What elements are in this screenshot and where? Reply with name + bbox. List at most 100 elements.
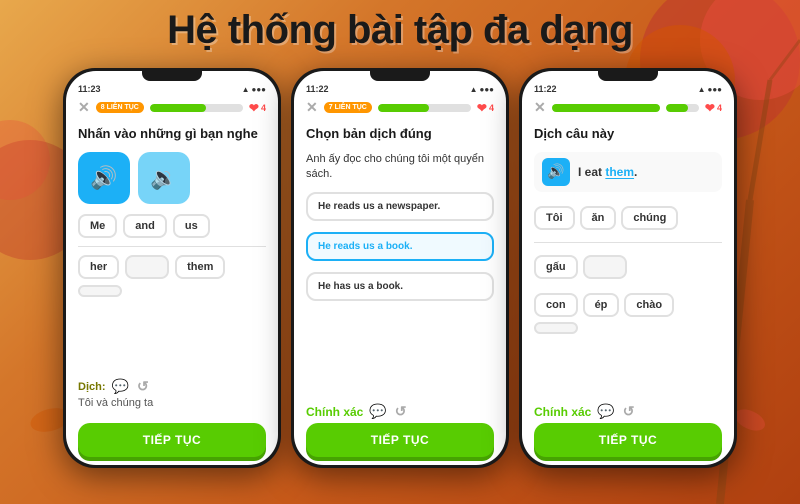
phone-2: 11:22 ▲●●● ✕ 7 LIÊN TỤC ❤ 4 Chọn bản dịc… — [291, 68, 509, 468]
phone-3-bottom: Chính xác 💬 ↺ TIẾP TỤC — [522, 397, 734, 465]
phone-3-progress-area: ✕ ❤ 4 — [522, 95, 734, 120]
phone-2-status-icons: ▲●●● — [470, 85, 494, 94]
phone-2-option-1[interactable]: He reads us a newspaper. — [306, 192, 494, 221]
phone-1-time: 11:23 — [78, 84, 101, 94]
phone-1-close[interactable]: ✕ — [78, 99, 90, 116]
phone-1-exercise-title: Nhấn vào những gì bạn nghe — [78, 126, 266, 142]
word-chip-her[interactable]: her — [78, 255, 119, 279]
page-title: Hệ thống bài tập đa dạng — [0, 8, 800, 53]
refresh-icon-2[interactable]: ↺ — [395, 403, 407, 420]
phone-3: 11:22 ▲●●● ✕ ❤ 4 Dịch câu này � — [519, 68, 737, 468]
phone-1-translate-label: Dịch: 💬 ↺ — [78, 378, 266, 395]
bank-word-con[interactable]: con — [534, 293, 578, 317]
phone-3-content: Dịch câu này 🔊 I eat them. Tôi ăn chúng … — [522, 120, 734, 397]
phone-1-word-choices-bottom: her them — [78, 255, 266, 297]
phone-1-listen-icons: 🔊 🔉 — [78, 152, 266, 204]
phone-1-status-icons: ▲●●● — [242, 85, 266, 94]
phone-2-progress-area: ✕ 7 LIÊN TỤC ❤ 4 — [294, 95, 506, 120]
phone-3-sentence-display: 🔊 I eat them. — [534, 152, 722, 192]
refresh-icon-3[interactable]: ↺ — [623, 403, 635, 420]
phone-2-hearts: ❤ 4 — [477, 101, 494, 115]
phone-3-sound-btn[interactable]: 🔊 — [542, 158, 570, 186]
phone-3-word-bank-row2: con ép chào — [534, 293, 722, 334]
chat-icon-3[interactable]: 💬 — [597, 403, 614, 420]
phone-2-notch — [370, 71, 430, 81]
phone-2-option-3[interactable]: He has us a book. — [306, 272, 494, 301]
word-chip-empty-1[interactable] — [125, 255, 169, 279]
phone-3-close[interactable]: ✕ — [534, 99, 546, 116]
phone-1-heart-count: 4 — [261, 103, 266, 113]
chat-icon-2[interactable]: 💬 — [369, 403, 386, 420]
phone-3-divider — [534, 242, 722, 243]
phone-2-bottom: Chính xác 💬 ↺ TIẾP TỤC — [294, 397, 506, 465]
phone-3-word-bank-row1: gấu — [534, 255, 722, 279]
phone-1-progress-fill — [150, 104, 206, 112]
bank-word-empty-2[interactable] — [534, 322, 578, 334]
phone-1-sound-btn-slow[interactable]: 🔉 — [138, 152, 190, 204]
phone-2-heart-count: 4 — [489, 103, 494, 113]
phone-3-heart-icon: ❤ — [705, 101, 715, 115]
bank-word-chao[interactable]: chào — [624, 293, 674, 317]
phone-1-word-choices-top: Me and us — [78, 214, 266, 238]
phone-3-continue-btn[interactable]: TIẾP TỤC — [534, 423, 722, 457]
phone-2-option-2[interactable]: He reads us a book. — [306, 232, 494, 261]
phone-2-progress-fill — [378, 104, 429, 112]
word-chip-me[interactable]: Me — [78, 214, 117, 238]
phone-1-content: Nhấn vào những gì bạn nghe 🔊 🔉 Me and us… — [66, 120, 278, 417]
bank-word-an[interactable]: ăn — [580, 206, 617, 230]
phone-2-content: Chọn bản dịch đúng Anh ấy đọc cho chúng … — [294, 120, 506, 397]
phone-3-chat-icons: 💬 ↺ — [597, 403, 634, 420]
phone-1-continue-btn[interactable]: TIẾP TỤC — [78, 423, 266, 457]
phone-3-progress-fill — [666, 104, 687, 112]
phone-1-divider — [78, 246, 266, 247]
phone-1-translate-text: Tôi và chúng ta — [78, 397, 266, 409]
phone-3-status-bar: 11:22 ▲●●● — [522, 81, 734, 95]
word-chip-and[interactable]: and — [123, 214, 167, 238]
phone-1-translate-section: Dịch: 💬 ↺ Tôi và chúng ta — [78, 378, 266, 409]
phone-2-correct-label: Chính xác 💬 ↺ — [306, 403, 494, 420]
phone-3-sentence: I eat them. — [578, 165, 637, 179]
phone-3-heart-count: 4 — [717, 103, 722, 113]
phone-3-time: 11:22 — [534, 84, 557, 94]
bank-word-gau[interactable]: gấu — [534, 255, 578, 279]
phone-2-streak: 7 LIÊN TỤC — [324, 102, 372, 113]
phone-1-progress-area: ✕ 8 LIÊN TỤC ❤ 4 — [66, 95, 278, 120]
phone-2-chat-icons: 💬 ↺ — [369, 403, 406, 420]
chat-icon-1[interactable]: 💬 — [112, 378, 129, 395]
phone-2-progress-track — [378, 104, 471, 112]
phone-3-word-bank-top: Tôi ăn chúng — [534, 206, 722, 230]
phone-1-bottom: TIẾP TỤC — [66, 417, 278, 465]
phone-1: 11:23 ▲●●● ✕ 8 LIÊN TỤC ❤ 4 Nhấn vào nhữ… — [63, 68, 281, 468]
phone-3-exercise-title: Dịch câu này — [534, 126, 722, 142]
bank-word-ep[interactable]: ép — [583, 293, 620, 317]
phone-3-notch — [598, 71, 658, 81]
phone-1-heart-icon: ❤ — [249, 101, 259, 115]
phone-1-hearts: ❤ 4 — [249, 101, 266, 115]
phone-1-status-bar: 11:23 ▲●●● — [66, 81, 278, 95]
phone-3-streak-bar — [552, 104, 661, 112]
phone-3-status-icons: ▲●●● — [698, 85, 722, 94]
phone-2-question: Anh ấy đọc cho chúng tôi một quyển sách. — [306, 152, 494, 183]
phone-2-time: 11:22 — [306, 84, 329, 94]
phone-1-notch — [142, 71, 202, 81]
phone-1-sound-btn-primary[interactable]: 🔊 — [78, 152, 130, 204]
phone-1-chat-icons: 💬 ↺ — [112, 378, 149, 395]
refresh-icon-1[interactable]: ↺ — [137, 378, 149, 395]
phone-2-exercise-title: Chọn bản dịch đúng — [306, 126, 494, 142]
phone-2-close[interactable]: ✕ — [306, 99, 318, 116]
phones-row: 11:23 ▲●●● ✕ 8 LIÊN TỤC ❤ 4 Nhấn vào nhữ… — [0, 68, 800, 468]
sentence-highlight: them — [605, 165, 634, 179]
word-chip-us[interactable]: us — [173, 214, 210, 238]
phone-3-progress-track — [666, 104, 699, 112]
phone-2-status-bar: 11:22 ▲●●● — [294, 81, 506, 95]
phone-2-continue-btn[interactable]: TIẾP TỤC — [306, 423, 494, 457]
phone-2-heart-icon: ❤ — [477, 101, 487, 115]
bank-word-chung[interactable]: chúng — [621, 206, 678, 230]
bank-word-toi[interactable]: Tôi — [534, 206, 575, 230]
phone-1-streak: 8 LIÊN TỤC — [96, 102, 144, 113]
phone-3-correct-label: Chính xác 💬 ↺ — [534, 403, 722, 420]
word-chip-empty-2[interactable] — [78, 285, 122, 297]
word-chip-them[interactable]: them — [175, 255, 225, 279]
phone-1-progress-track — [150, 104, 243, 112]
bank-word-empty-1[interactable] — [583, 255, 627, 279]
